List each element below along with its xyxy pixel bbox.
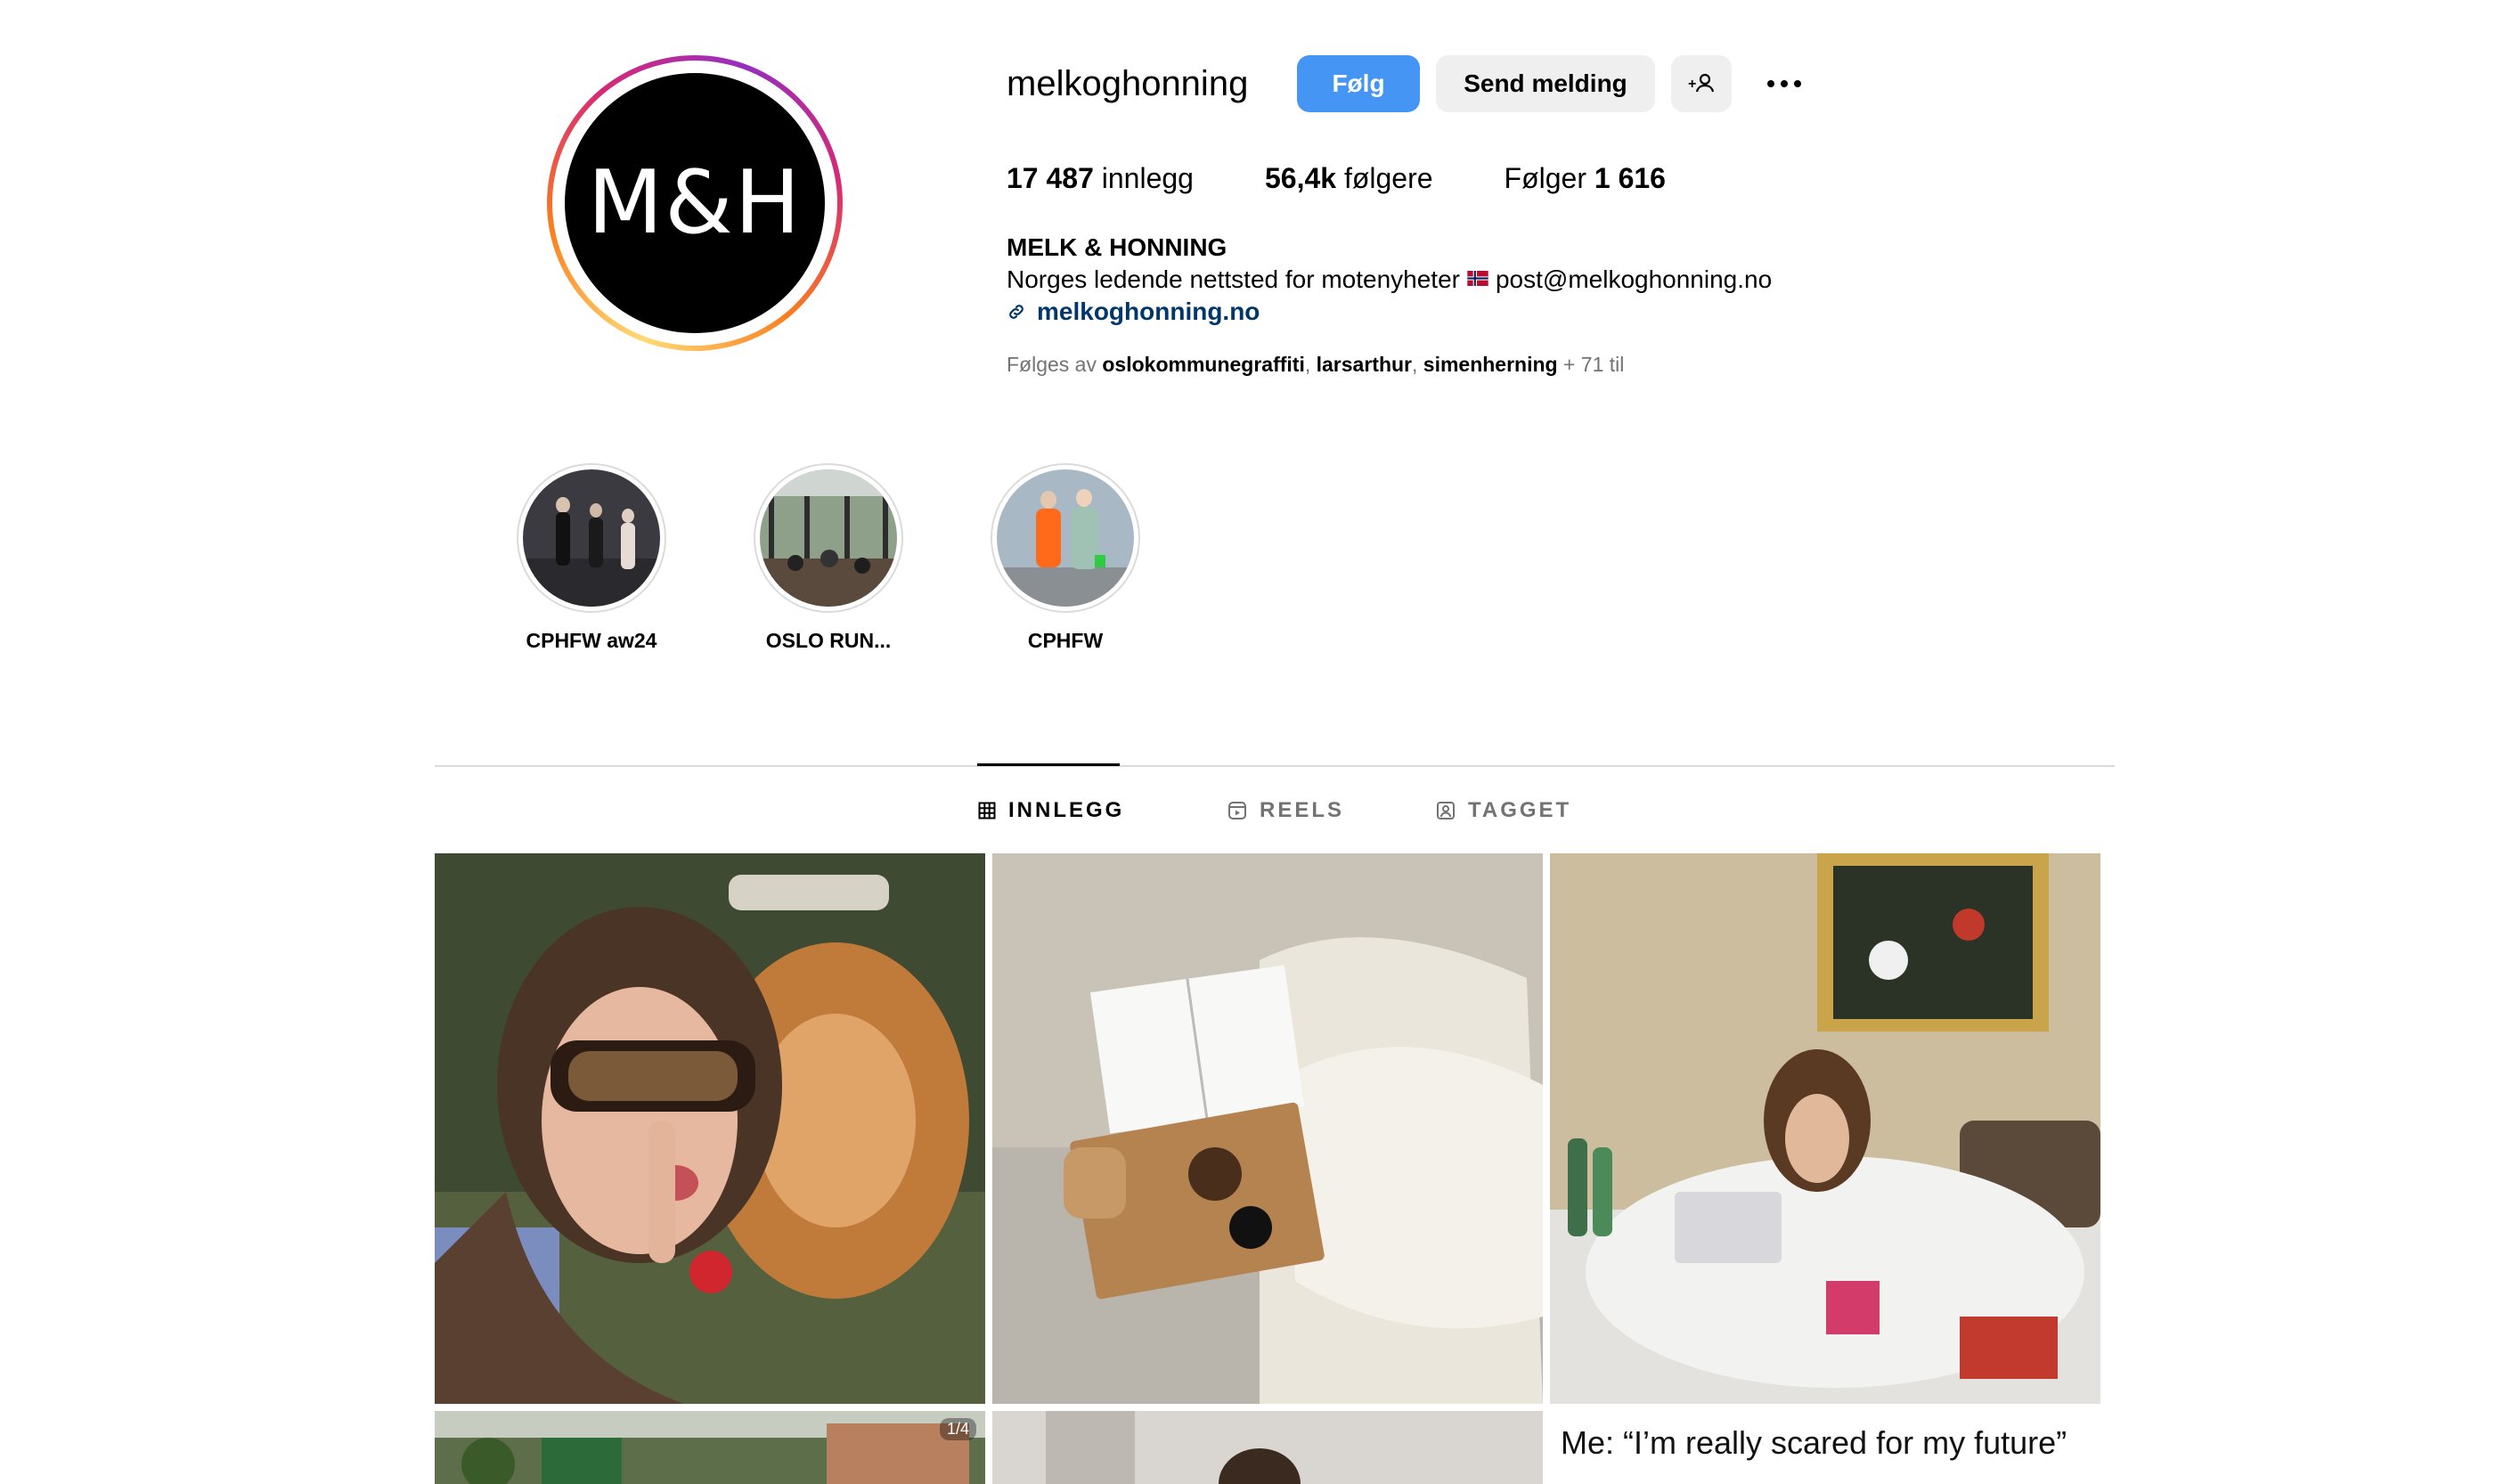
followers-stat[interactable]: 56,4k følgere: [1265, 159, 1433, 198]
profile-full-name: MELK & HONNING: [1007, 233, 1227, 261]
highlight-label: CPHFW: [1027, 629, 1104, 652]
post-tile[interactable]: [992, 1411, 1543, 1484]
highlight-cphfw-aw24[interactable]: CPHFW aw24: [516, 463, 667, 653]
ellipsis-icon[interactable]: [1760, 64, 1808, 103]
highlight-oslo-run[interactable]: OSLO RUN...: [753, 463, 904, 653]
website-link[interactable]: melkoghonning.no: [1007, 296, 1260, 328]
highlight-cphfw[interactable]: CPHFW: [990, 463, 1141, 653]
post-tile[interactable]: [992, 853, 1543, 1404]
svg-text:+: +: [1688, 77, 1696, 92]
tab-posts[interactable]: INNLEGG: [978, 798, 1124, 823]
person-plus-icon: +: [1688, 73, 1715, 93]
bio-text: Norges ledende nettsted for motenyheter: [1007, 265, 1460, 293]
post-tile[interactable]: [1550, 853, 2100, 1404]
profile-stats: 17 487 innlegg 56,4k følgere Følger 1 61…: [1007, 159, 1737, 198]
grid-icon: [978, 802, 996, 819]
profile-bio: Norges ledende nettsted for motenyheter …: [1007, 264, 1772, 296]
highlight-thumbnail: [760, 469, 897, 607]
profile-username: melkoghonning: [1007, 64, 1249, 103]
highlight-label: CPHFW aw24: [526, 629, 657, 652]
tabs-divider: [435, 765, 2115, 767]
active-tab-indicator: [977, 763, 1120, 766]
post-tile[interactable]: 1/4: [435, 1411, 985, 1484]
send-message-button[interactable]: Send melding: [1436, 55, 1655, 112]
highlight-label: OSLO RUN...: [765, 629, 892, 652]
following-stat[interactable]: Følger 1 616: [1505, 159, 1666, 198]
follow-button[interactable]: Følg: [1297, 55, 1420, 112]
highlight-thumbnail: [997, 469, 1134, 607]
carousel-badge: 1/4: [939, 1418, 976, 1440]
highlight-thumbnail: [523, 469, 660, 607]
bio-email: post@melkoghonning.no: [1495, 265, 1773, 293]
post-tile[interactable]: [435, 853, 985, 1404]
reels-icon: [1228, 802, 1246, 819]
posts-stat[interactable]: 17 487 innlegg: [1007, 159, 1194, 198]
avatar-logo: M&H: [565, 73, 825, 333]
profile-avatar[interactable]: M&H: [547, 55, 843, 351]
link-icon: [1009, 305, 1023, 319]
suggest-users-button[interactable]: +: [1671, 55, 1732, 112]
tagged-icon: [1437, 802, 1455, 819]
tab-tagged[interactable]: TAGGET: [1436, 798, 1571, 823]
followed-by[interactable]: Følges av oslokommunegraffiti, larsarthu…: [1007, 351, 1624, 378]
norway-flag-icon: [1467, 271, 1488, 287]
tab-reels[interactable]: REELS: [1227, 798, 1344, 823]
post-caption-text: Me: “I’m really scared for my future”: [1561, 1424, 2067, 1461]
